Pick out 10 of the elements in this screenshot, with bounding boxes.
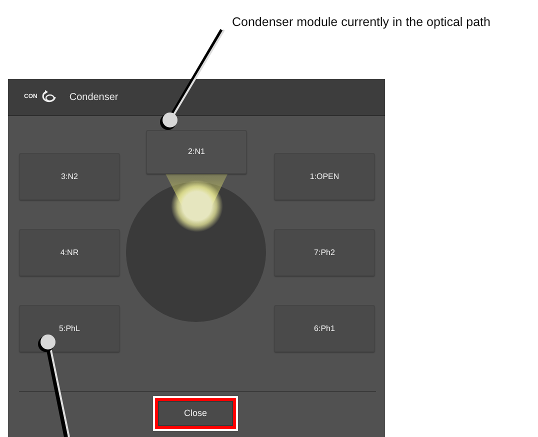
callout-text: Condenser module currently in the optical path	[232, 14, 492, 30]
position-button[interactable]: 5:PhL	[19, 305, 120, 352]
dialog-title: Condenser	[69, 90, 118, 104]
position-button[interactable]: 1:OPEN	[274, 153, 375, 200]
position-button[interactable]: 3:N2	[19, 153, 120, 200]
position-button[interactable]: 4:NR	[19, 229, 120, 276]
position-button[interactable]: 7:Ph2	[274, 229, 375, 276]
condenser-logo-icon	[41, 90, 58, 104]
position-button[interactable]: 6:Ph1	[274, 305, 375, 352]
position-button[interactable]: 2:N1	[146, 130, 247, 174]
